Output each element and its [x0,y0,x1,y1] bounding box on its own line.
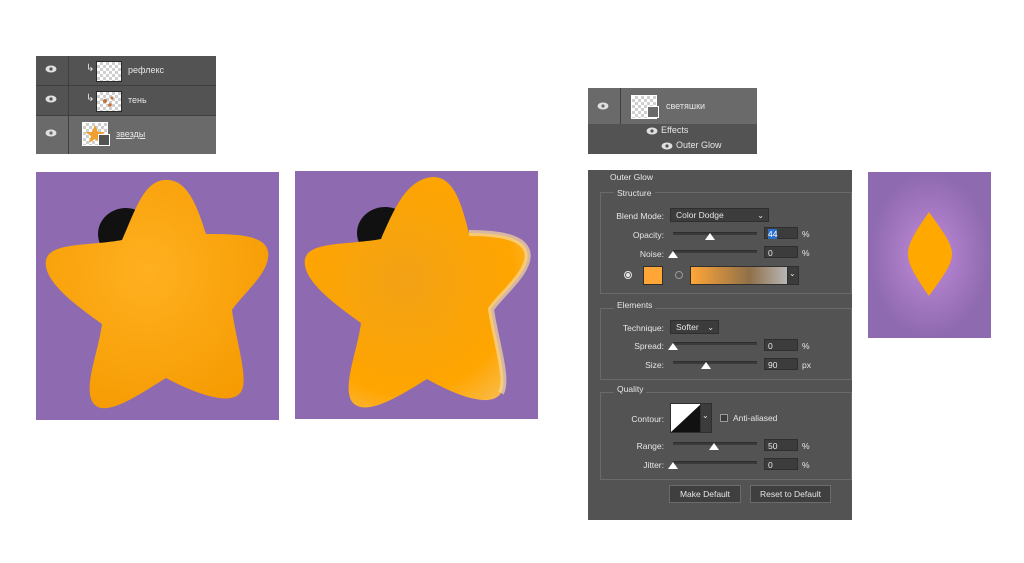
effects-label: Effects [661,125,689,135]
chevron-down-icon: ⌄ [707,323,714,332]
size-input[interactable]: 90 [764,358,798,370]
layers-panel-right: светяшки Effects Outer Glow [588,88,757,154]
range-unit: % [802,441,810,451]
contour-curve-icon [671,404,701,432]
dialog-title: Outer Glow [610,172,653,182]
noise-unit: % [802,248,810,258]
eye-icon[interactable] [45,65,57,73]
spread-label: Spread: [634,341,664,351]
gradient-dropdown[interactable]: ⌄ [787,266,799,285]
layer-name: рефлекс [128,65,165,75]
anti-aliased-checkbox[interactable] [720,414,728,422]
opacity-input[interactable]: 44 [764,227,798,239]
range-label: Range: [636,441,664,451]
jitter-unit: % [802,460,810,470]
outer-glow-dialog: Outer Glow Structure Blend Mode: Color D… [588,170,852,520]
structure-title: Structure [614,188,655,198]
effects-row[interactable]: Effects [588,124,757,139]
layer-name: звезды [116,129,146,139]
solid-color-radio[interactable] [624,271,632,279]
size-unit: px [802,360,811,370]
outer-glow-row[interactable]: Outer Glow [588,139,757,154]
jitter-slider[interactable] [673,461,757,464]
quality-title: Quality [614,384,647,394]
range-input[interactable]: 50 [764,439,798,451]
divider [620,88,621,124]
layer-row-shadow[interactable]: ↳ тень [36,86,216,116]
star-illustration [304,177,531,408]
reset-to-default-button[interactable]: Reset to Default [750,485,831,503]
layer-name: светяшки [666,101,706,111]
gradient-radio[interactable] [675,271,683,279]
size-slider-knob[interactable] [701,362,711,369]
glow-preview-image [868,172,991,338]
blend-mode-label: Blend Mode: [616,211,664,221]
diamond-shape [908,212,952,296]
size-slider[interactable] [673,361,757,364]
layer-row-stars[interactable]: звезды [36,116,216,154]
technique-select[interactable]: Softer ⌄ [670,320,719,334]
spread-input[interactable]: 0 [764,339,798,351]
make-default-button[interactable]: Make Default [669,485,741,503]
star-thumbnail-icon [103,96,114,107]
divider [68,116,69,154]
spread-unit: % [802,341,810,351]
jitter-slider-knob[interactable] [668,462,678,469]
anti-aliased-label: Anti-aliased [733,413,778,423]
jitter-input[interactable]: 0 [764,458,798,470]
range-slider-knob[interactable] [709,443,719,450]
glow-color-swatch[interactable] [643,266,663,285]
layer-mask-icon [647,106,659,118]
opacity-slider[interactable] [673,232,757,235]
star-illustration [45,179,269,409]
opacity-slider-knob[interactable] [704,233,715,240]
opacity-label: Opacity: [632,230,664,240]
contour-dropdown[interactable]: ⌄ [700,403,712,433]
layer-name: тень [128,95,147,105]
layer-thumbnail [96,91,122,112]
gradient-preview[interactable] [690,266,790,285]
chevron-down-icon: ⌄ [702,411,709,420]
layer-thumbnail [96,61,122,82]
clipping-arrow-icon: ↳ [86,93,95,104]
layers-panel-left: ↳ рефлекс ↳ тень звезды [36,56,216,154]
blend-mode-value: Color Dodge [676,210,724,220]
layer-row-reflex[interactable]: ↳ рефлекс [36,56,216,86]
noise-input[interactable]: 0 [764,246,798,258]
eye-icon[interactable] [661,142,673,150]
technique-label: Technique: [622,323,664,333]
noise-slider[interactable] [673,250,757,253]
divider [68,86,69,115]
noise-slider-knob[interactable] [668,251,678,258]
blend-mode-select[interactable]: Color Dodge ⌄ [670,208,769,222]
star-image-after [295,171,538,419]
eye-icon[interactable] [646,127,658,135]
spread-slider-knob[interactable] [668,343,678,350]
divider [68,56,69,85]
size-label: Size: [645,360,664,370]
spread-slider[interactable] [673,342,757,345]
elements-title: Elements [614,300,656,310]
chevron-down-icon: ⌄ [789,269,796,278]
star-image-before [36,172,279,420]
technique-value: Softer [676,322,699,332]
opacity-unit: % [802,229,810,239]
layer-mask-icon [98,134,110,146]
eye-icon[interactable] [45,129,57,137]
contour-preview[interactable] [670,403,702,433]
eye-icon[interactable] [597,102,609,110]
clipping-arrow-icon: ↳ [86,63,95,74]
contour-label: Contour: [631,414,664,424]
layer-row-glow[interactable]: светяшки [588,88,757,124]
eye-icon[interactable] [45,95,57,103]
noise-label: Noise: [639,249,664,259]
chevron-down-icon: ⌄ [757,211,764,220]
effect-name: Outer Glow [676,140,722,150]
jitter-label: Jitter: [643,460,664,470]
